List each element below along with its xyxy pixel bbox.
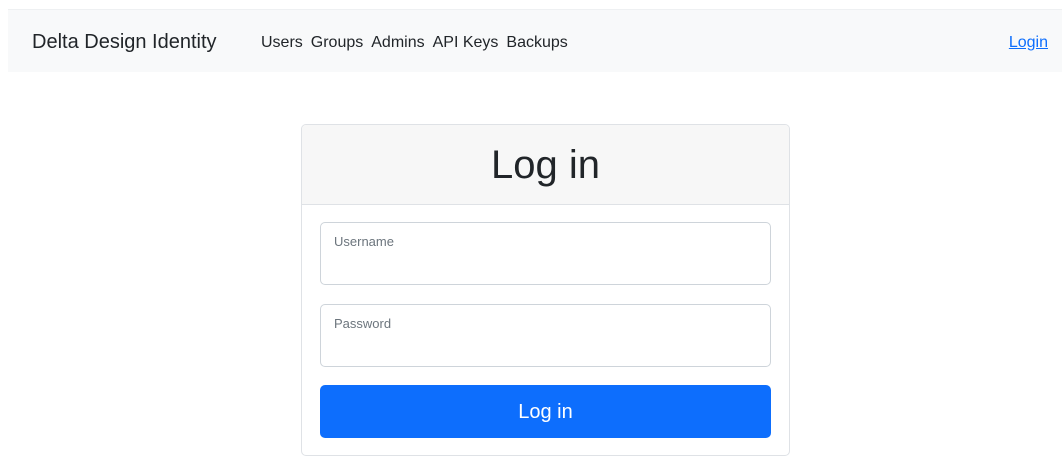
nav-links: Users Groups Admins API Keys Backups — [261, 33, 576, 53]
username-input[interactable] — [333, 254, 758, 276]
nav-link-api-keys[interactable]: API Keys — [433, 33, 499, 53]
password-field[interactable]: Password — [320, 304, 771, 367]
login-title: Log in — [491, 142, 600, 187]
password-input[interactable] — [333, 336, 758, 358]
username-label: Username — [334, 234, 394, 249]
login-submit-button[interactable]: Log in — [320, 385, 771, 438]
login-link[interactable]: Login — [1009, 33, 1048, 53]
navbar-brand[interactable]: Delta Design Identity — [32, 30, 217, 54]
login-card-header: Log in — [302, 125, 789, 205]
nav-link-groups[interactable]: Groups — [311, 33, 363, 53]
password-label: Password — [334, 316, 392, 331]
login-card: Log in Username Password Log in — [301, 124, 790, 456]
username-field[interactable]: Username — [320, 222, 771, 285]
top-navbar: Delta Design Identity Users Groups Admin… — [8, 9, 1062, 72]
nav-link-users[interactable]: Users — [261, 33, 303, 53]
nav-link-backups[interactable]: Backups — [506, 33, 567, 53]
nav-link-admins[interactable]: Admins — [371, 33, 424, 53]
